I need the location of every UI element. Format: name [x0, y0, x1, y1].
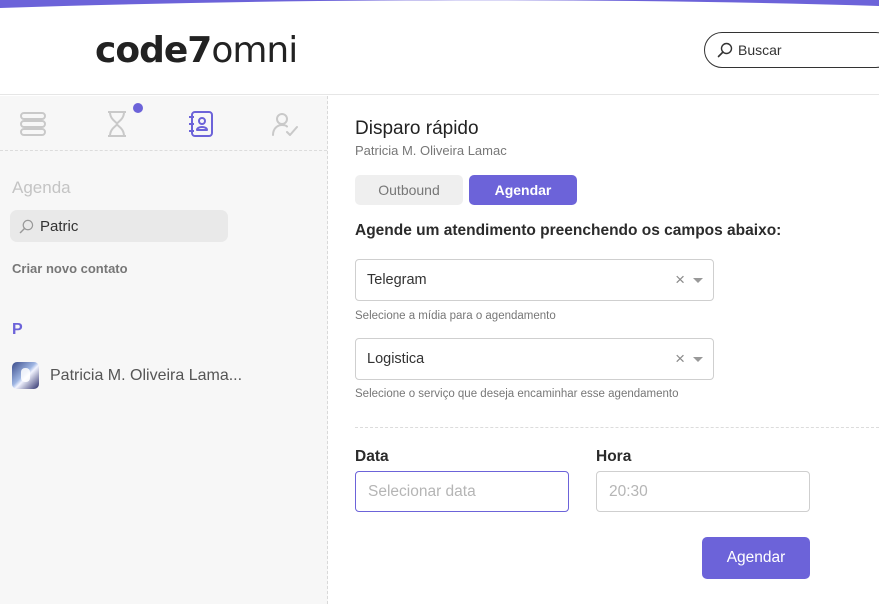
top-accent-stripe: [0, 0, 879, 8]
media-help-text: Selecione a mídia para o agendamento: [355, 310, 556, 322]
contact-item[interactable]: Patricia M. Oliveira Lama...: [12, 362, 242, 389]
contacts-book-icon: [189, 111, 213, 137]
time-field[interactable]: [596, 471, 810, 512]
clear-icon[interactable]: ×: [675, 270, 685, 290]
page-title: Disparo rápido: [355, 118, 479, 139]
sidebar: Agenda Criar novo contato P Patricia M. …: [0, 96, 328, 604]
schedule-button[interactable]: Agendar: [702, 537, 810, 579]
contact-search[interactable]: [10, 210, 228, 242]
time-label: Hora: [596, 448, 632, 465]
create-contact-link[interactable]: Criar novo contato: [12, 261, 128, 276]
section-title: Agenda: [12, 178, 71, 197]
service-select[interactable]: Logistica ×: [355, 338, 714, 380]
brand-logo[interactable]: code7omni: [95, 30, 298, 71]
search-icon: [19, 219, 34, 233]
app-header: code7omni: [0, 0, 879, 95]
tab-list[interactable]: [18, 109, 48, 139]
date-label: Data: [355, 448, 389, 465]
hourglass-icon: [108, 111, 126, 137]
chevron-down-icon[interactable]: [693, 356, 703, 362]
contact-subtitle: Patricia M. Oliveira Lamac: [355, 143, 507, 158]
service-help-text: Selecione o serviço que deseja encaminha…: [355, 388, 679, 400]
user-check-icon: [272, 113, 298, 136]
clear-icon[interactable]: ×: [675, 349, 685, 369]
avatar: [12, 362, 39, 389]
service-select-value: Logistica: [367, 351, 425, 367]
form-instruction: Agende um atendimento preenchendo os cam…: [355, 222, 782, 239]
quick-dispatch-panel: Disparo rápido Patricia M. Oliveira Lama…: [329, 96, 879, 604]
sidebar-tabs: [0, 96, 327, 151]
tab-users[interactable]: [270, 109, 300, 139]
search-input[interactable]: [738, 42, 858, 58]
tab-queue[interactable]: [102, 109, 132, 139]
chevron-down-icon[interactable]: [693, 277, 703, 283]
media-select-value: Telegram: [367, 272, 427, 288]
tab-contacts[interactable]: [186, 109, 216, 139]
contact-name: Patricia M. Oliveira Lama...: [50, 366, 243, 384]
contact-search-input[interactable]: [40, 217, 210, 235]
divider: [355, 427, 879, 428]
global-search[interactable]: [704, 32, 879, 68]
media-select[interactable]: Telegram ×: [355, 259, 714, 301]
tab-agendar[interactable]: Agendar: [469, 175, 577, 205]
list-stack-icon: [20, 112, 46, 136]
tab-outbound[interactable]: Outbound: [355, 175, 463, 205]
date-field[interactable]: [355, 471, 569, 512]
search-icon: [717, 42, 733, 58]
group-letter: P: [12, 321, 23, 338]
notification-dot: [133, 103, 143, 113]
